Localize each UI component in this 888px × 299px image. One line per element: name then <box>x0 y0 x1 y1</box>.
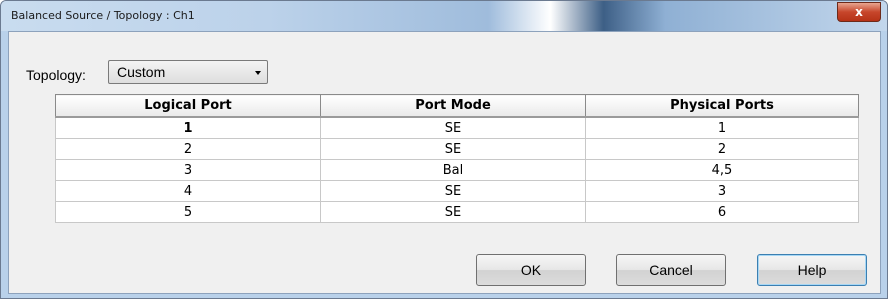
ports-table: Logical Port Port Mode Physical Ports 1 … <box>55 94 859 223</box>
cell-physical-ports[interactable]: 3 <box>585 180 859 202</box>
cell-physical-ports[interactable]: 2 <box>585 138 859 160</box>
cell-logical-port[interactable]: 2 <box>55 138 321 160</box>
table-row[interactable]: 3 Bal 4,5 <box>55 159 859 181</box>
dialog-window: Balanced Source / Topology : Ch1 x Topol… <box>0 0 888 299</box>
chevron-down-icon <box>255 71 261 75</box>
column-header-physical-ports[interactable]: Physical Ports <box>585 94 859 118</box>
dialog-content: Topology: Custom Logical Port Port Mode … <box>8 31 881 294</box>
close-icon: x <box>855 5 863 19</box>
topology-selected-value: Custom <box>117 64 166 80</box>
table-row[interactable]: 4 SE 3 <box>55 180 859 202</box>
table-row[interactable]: 2 SE 2 <box>55 138 859 160</box>
window-title: Balanced Source / Topology : Ch1 <box>11 9 195 22</box>
cell-physical-ports[interactable]: 4,5 <box>585 159 859 181</box>
cell-logical-port[interactable]: 3 <box>55 159 321 181</box>
cell-logical-port[interactable]: 1 <box>55 116 321 139</box>
table-row[interactable]: 5 SE 6 <box>55 201 859 223</box>
cell-port-mode[interactable]: SE <box>320 180 586 202</box>
cell-port-mode[interactable]: SE <box>320 116 586 139</box>
table-header-row: Logical Port Port Mode Physical Ports <box>55 94 859 118</box>
cell-port-mode[interactable]: SE <box>320 138 586 160</box>
cell-port-mode[interactable]: SE <box>320 201 586 223</box>
table-row[interactable]: 1 SE 1 <box>55 116 859 139</box>
ok-button[interactable]: OK <box>476 254 586 286</box>
help-button[interactable]: Help <box>757 254 867 286</box>
cell-port-mode[interactable]: Bal <box>320 159 586 181</box>
title-bar: Balanced Source / Topology : Ch1 x <box>1 1 887 31</box>
cell-logical-port[interactable]: 5 <box>55 201 321 223</box>
cell-physical-ports[interactable]: 1 <box>585 116 859 139</box>
cell-physical-ports[interactable]: 6 <box>585 201 859 223</box>
topology-dropdown[interactable]: Custom <box>108 60 268 84</box>
topology-label: Topology: <box>26 67 86 83</box>
cancel-button[interactable]: Cancel <box>616 254 726 286</box>
close-button[interactable]: x <box>837 2 881 22</box>
cell-logical-port[interactable]: 4 <box>55 180 321 202</box>
column-header-logical-port[interactable]: Logical Port <box>55 94 321 118</box>
column-header-port-mode[interactable]: Port Mode <box>320 94 586 118</box>
